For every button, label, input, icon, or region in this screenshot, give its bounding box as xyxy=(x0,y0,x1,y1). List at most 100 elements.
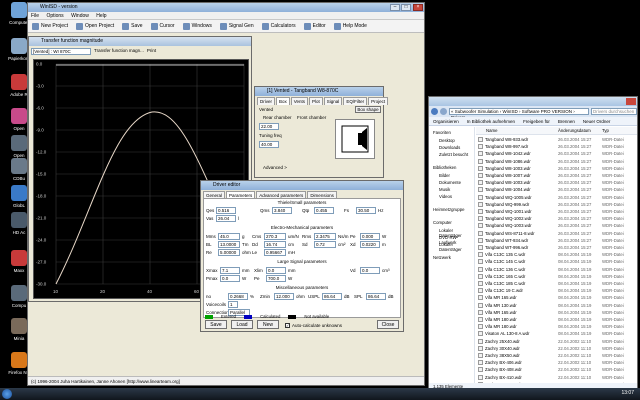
table-row[interactable]: Vifa MR 130.wdr 08.04.2004 15:19 WDR-Datei xyxy=(476,302,637,309)
table-row[interactable]: Vifa C13C 185 C.wdr 08.04.2004 15:19 WDR-D… xyxy=(476,280,637,287)
nav-drive-d[interactable]: Lokaler Datenträger xyxy=(439,242,474,252)
advanced-button[interactable]: Advanced > xyxy=(263,165,287,170)
table-row[interactable]: Zachry 30X40.wdr 22.04.2002 11:10 WDR-Date… xyxy=(476,345,637,352)
nav-libraries[interactable]: Bibliotheken xyxy=(433,165,456,170)
nav-documents[interactable]: Dokumente xyxy=(439,180,461,185)
col-name[interactable]: Name xyxy=(476,127,558,134)
uspl-field[interactable]: 86.64 xyxy=(322,293,342,300)
editor-button[interactable]: Editor xyxy=(302,22,328,30)
back-icon[interactable] xyxy=(431,108,438,115)
table-row[interactable]: Vifa MR 180.wdr 08.04.2004 15:19 WDR-Datei xyxy=(476,316,637,323)
share-button[interactable]: Freigeben für xyxy=(523,117,550,125)
dd-field[interactable]: 16.74 xyxy=(264,241,286,248)
pe-field[interactable]: 0.000 xyxy=(360,233,380,240)
voicecoils-field[interactable]: 1 xyxy=(228,301,238,308)
help-mode-button[interactable]: Help Mode xyxy=(332,22,369,30)
tab-eq-filter[interactable]: EQ/Filter xyxy=(343,97,368,105)
zmin-field[interactable]: 12.000 xyxy=(274,293,294,300)
explorer-titlebar[interactable] xyxy=(429,97,637,106)
table-row[interactable]: Tangband W8-1003.wdr 26.03.2004 15:27 WDR-… xyxy=(476,165,637,172)
transfer-function-titlebar[interactable]: Transfer function magnitude xyxy=(29,37,251,46)
table-row[interactable]: Tangband W8-933.wdr 26.03.2004 15:27 WDR-D… xyxy=(476,136,637,143)
search-input[interactable]: Drivers durchsuchen xyxy=(591,108,637,115)
new-project-button[interactable]: New Project xyxy=(30,22,70,30)
nav-videos[interactable]: Videos xyxy=(439,194,452,199)
nav-downloads[interactable]: Downloads xyxy=(439,145,460,150)
table-row[interactable]: Tangband W8-1003.wdr 26.03.2004 15:27 WDR-… xyxy=(476,179,637,186)
open-project-button[interactable]: Open Project xyxy=(74,22,116,30)
table-row[interactable]: Tangband W8-1004.wdr 26.03.2004 15:27 WDR-… xyxy=(476,186,637,193)
qes-field[interactable]: 0.516 xyxy=(216,207,236,214)
project-dropdown[interactable]: [Vented] : WI 870C xyxy=(31,48,91,55)
menu-options[interactable]: Options xyxy=(46,13,63,19)
table-row[interactable]: Vifa MR 165.wdr 08.04.2004 15:19 WDR-Datei xyxy=(476,309,637,316)
menu-file[interactable]: File xyxy=(31,13,39,19)
print-button[interactable]: Print xyxy=(147,48,156,56)
start-button[interactable] xyxy=(2,389,12,399)
mms-field[interactable]: 45.0 xyxy=(218,233,240,240)
transfer-function-selector[interactable]: Transfer function magn... xyxy=(94,48,144,56)
windows-button[interactable]: Windows xyxy=(181,22,214,30)
table-row[interactable]: Tangband WQ-999.wdr 26.03.2004 15:27 WDR-D… xyxy=(476,201,637,208)
table-row[interactable]: Tangband WQ-1003.wdr 26.03.2004 15:27 WDR-… xyxy=(476,222,637,229)
box-shape-button[interactable]: Box shape xyxy=(355,106,381,113)
menu-window[interactable]: Window xyxy=(71,13,89,19)
sd-field[interactable]: 0.72 xyxy=(314,241,336,248)
xd-field[interactable]: 0.0220 xyxy=(360,241,380,248)
driver-load-button[interactable]: Load xyxy=(231,320,253,329)
forward-icon[interactable] xyxy=(440,108,447,115)
nav-desktop[interactable]: Desktop xyxy=(439,138,455,143)
col-type[interactable]: Typ xyxy=(602,127,636,134)
rms-field[interactable]: 2.3475 xyxy=(314,233,336,240)
explorer-close-button[interactable] xyxy=(626,98,636,105)
table-row[interactable]: Vifa C13C 145 C.wdr 08.04.2004 15:19 WDR-D… xyxy=(476,258,637,265)
driver-close-button[interactable]: Close xyxy=(377,320,399,329)
tab-vents[interactable]: Vents xyxy=(290,97,309,105)
nav-computer[interactable]: Computer xyxy=(433,220,452,225)
volume-field[interactable]: 22.00 xyxy=(259,123,279,130)
table-row[interactable]: Tangband W8-1086.wdr 26.03.2004 15:27 WDR-… xyxy=(476,158,637,165)
table-row[interactable]: Tangband WT-996.wdr 26.03.2004 15:27 WDR-D… xyxy=(476,244,637,251)
fs-field[interactable]: 30.50 xyxy=(356,207,376,214)
burn-button[interactable]: Brennen xyxy=(558,117,575,125)
nav-favorites[interactable]: Favoriten xyxy=(433,130,451,135)
vas-field[interactable]: 26.04 xyxy=(216,215,236,222)
vd-field[interactable]: 0.0 xyxy=(360,267,380,274)
driver-save-button[interactable]: Save xyxy=(205,320,227,329)
nav-music[interactable]: Musik xyxy=(439,187,450,192)
table-row[interactable]: Tangband W8-997.wdr 26.03.2004 15:27 WDR-D… xyxy=(476,143,637,150)
table-row[interactable]: Zachry BX-410.wdr 22.04.2002 11:10 WDR-Dat… xyxy=(476,374,637,381)
table-row[interactable]: Tangband W8-1007.wdr 26.03.2004 15:27 WDR-… xyxy=(476,172,637,179)
menu-help[interactable]: Help xyxy=(96,13,106,19)
cms-field[interactable]: 270.3 xyxy=(264,233,286,240)
save-button[interactable]: Save xyxy=(120,22,144,30)
driver-editor-titlebar[interactable]: Driver editor xyxy=(201,181,403,190)
qts-field[interactable]: 0.455 xyxy=(314,207,334,214)
table-row[interactable]: Tangband WT-934.wdr 26.03.2004 15:27 WDR-D… xyxy=(476,237,637,244)
qms-field[interactable]: 3.840 xyxy=(272,207,292,214)
table-row[interactable]: Vifa C13C 135 C.wdr 08.04.2004 15:19 WDR-D… xyxy=(476,251,637,258)
tab-plot[interactable]: Plot xyxy=(309,97,323,105)
tab-signal[interactable]: Signal xyxy=(323,97,343,105)
tab-driver[interactable]: Driver xyxy=(257,97,275,105)
table-row[interactable]: Vifa MR 165.wdr 08.04.2004 15:19 WDR-Datei xyxy=(476,294,637,301)
table-row[interactable]: Zachry BX-408.wdr 22.04.2002 11:10 WDR-Dat… xyxy=(476,366,637,373)
table-row[interactable]: Tangband W8-1042.wdr 26.03.2004 15:27 WDR-… xyxy=(476,150,637,157)
tab-box[interactable]: Box xyxy=(276,97,290,105)
vented-titlebar[interactable]: [1] Vented - Tangband W8-870C xyxy=(255,87,383,96)
breadcrumb[interactable]: « Subwoofer Simulation › WinISD › Softwa… xyxy=(449,108,589,120)
table-row[interactable]: Vifa MR 180.wdr 08.04.2004 15:19 WDR-Datei xyxy=(476,323,637,330)
table-row[interactable]: Tangband WS-8711-8.wdr 26.03.2004 15:27 WD… xyxy=(476,230,637,237)
col-date[interactable]: Änderungsdatum xyxy=(558,127,602,134)
xmax-field[interactable]: 7.1 xyxy=(220,267,240,274)
table-row[interactable]: Zachry 38X50.wdr 22.04.2002 11:10 WDR-Date… xyxy=(476,352,637,359)
tuning-freq-field[interactable]: 40.00 xyxy=(259,141,279,148)
new-folder-button[interactable]: Neuer Ordner xyxy=(583,117,611,125)
spl-field[interactable]: 86.64 xyxy=(366,293,386,300)
minimize-button[interactable]: – xyxy=(390,4,400,11)
nav-pictures[interactable]: Bilder xyxy=(439,173,450,178)
table-row[interactable]: Vifa C13C 136 C.wdr 08.04.2004 15:19 WDR-D… xyxy=(476,266,637,273)
cursor-button[interactable]: Cursor xyxy=(149,22,177,30)
table-row[interactable]: Visaton AL 130-8 A.wdr 08.04.2004 15:19 WD… xyxy=(476,330,637,337)
nav-network[interactable]: Netzwerk xyxy=(433,255,451,260)
